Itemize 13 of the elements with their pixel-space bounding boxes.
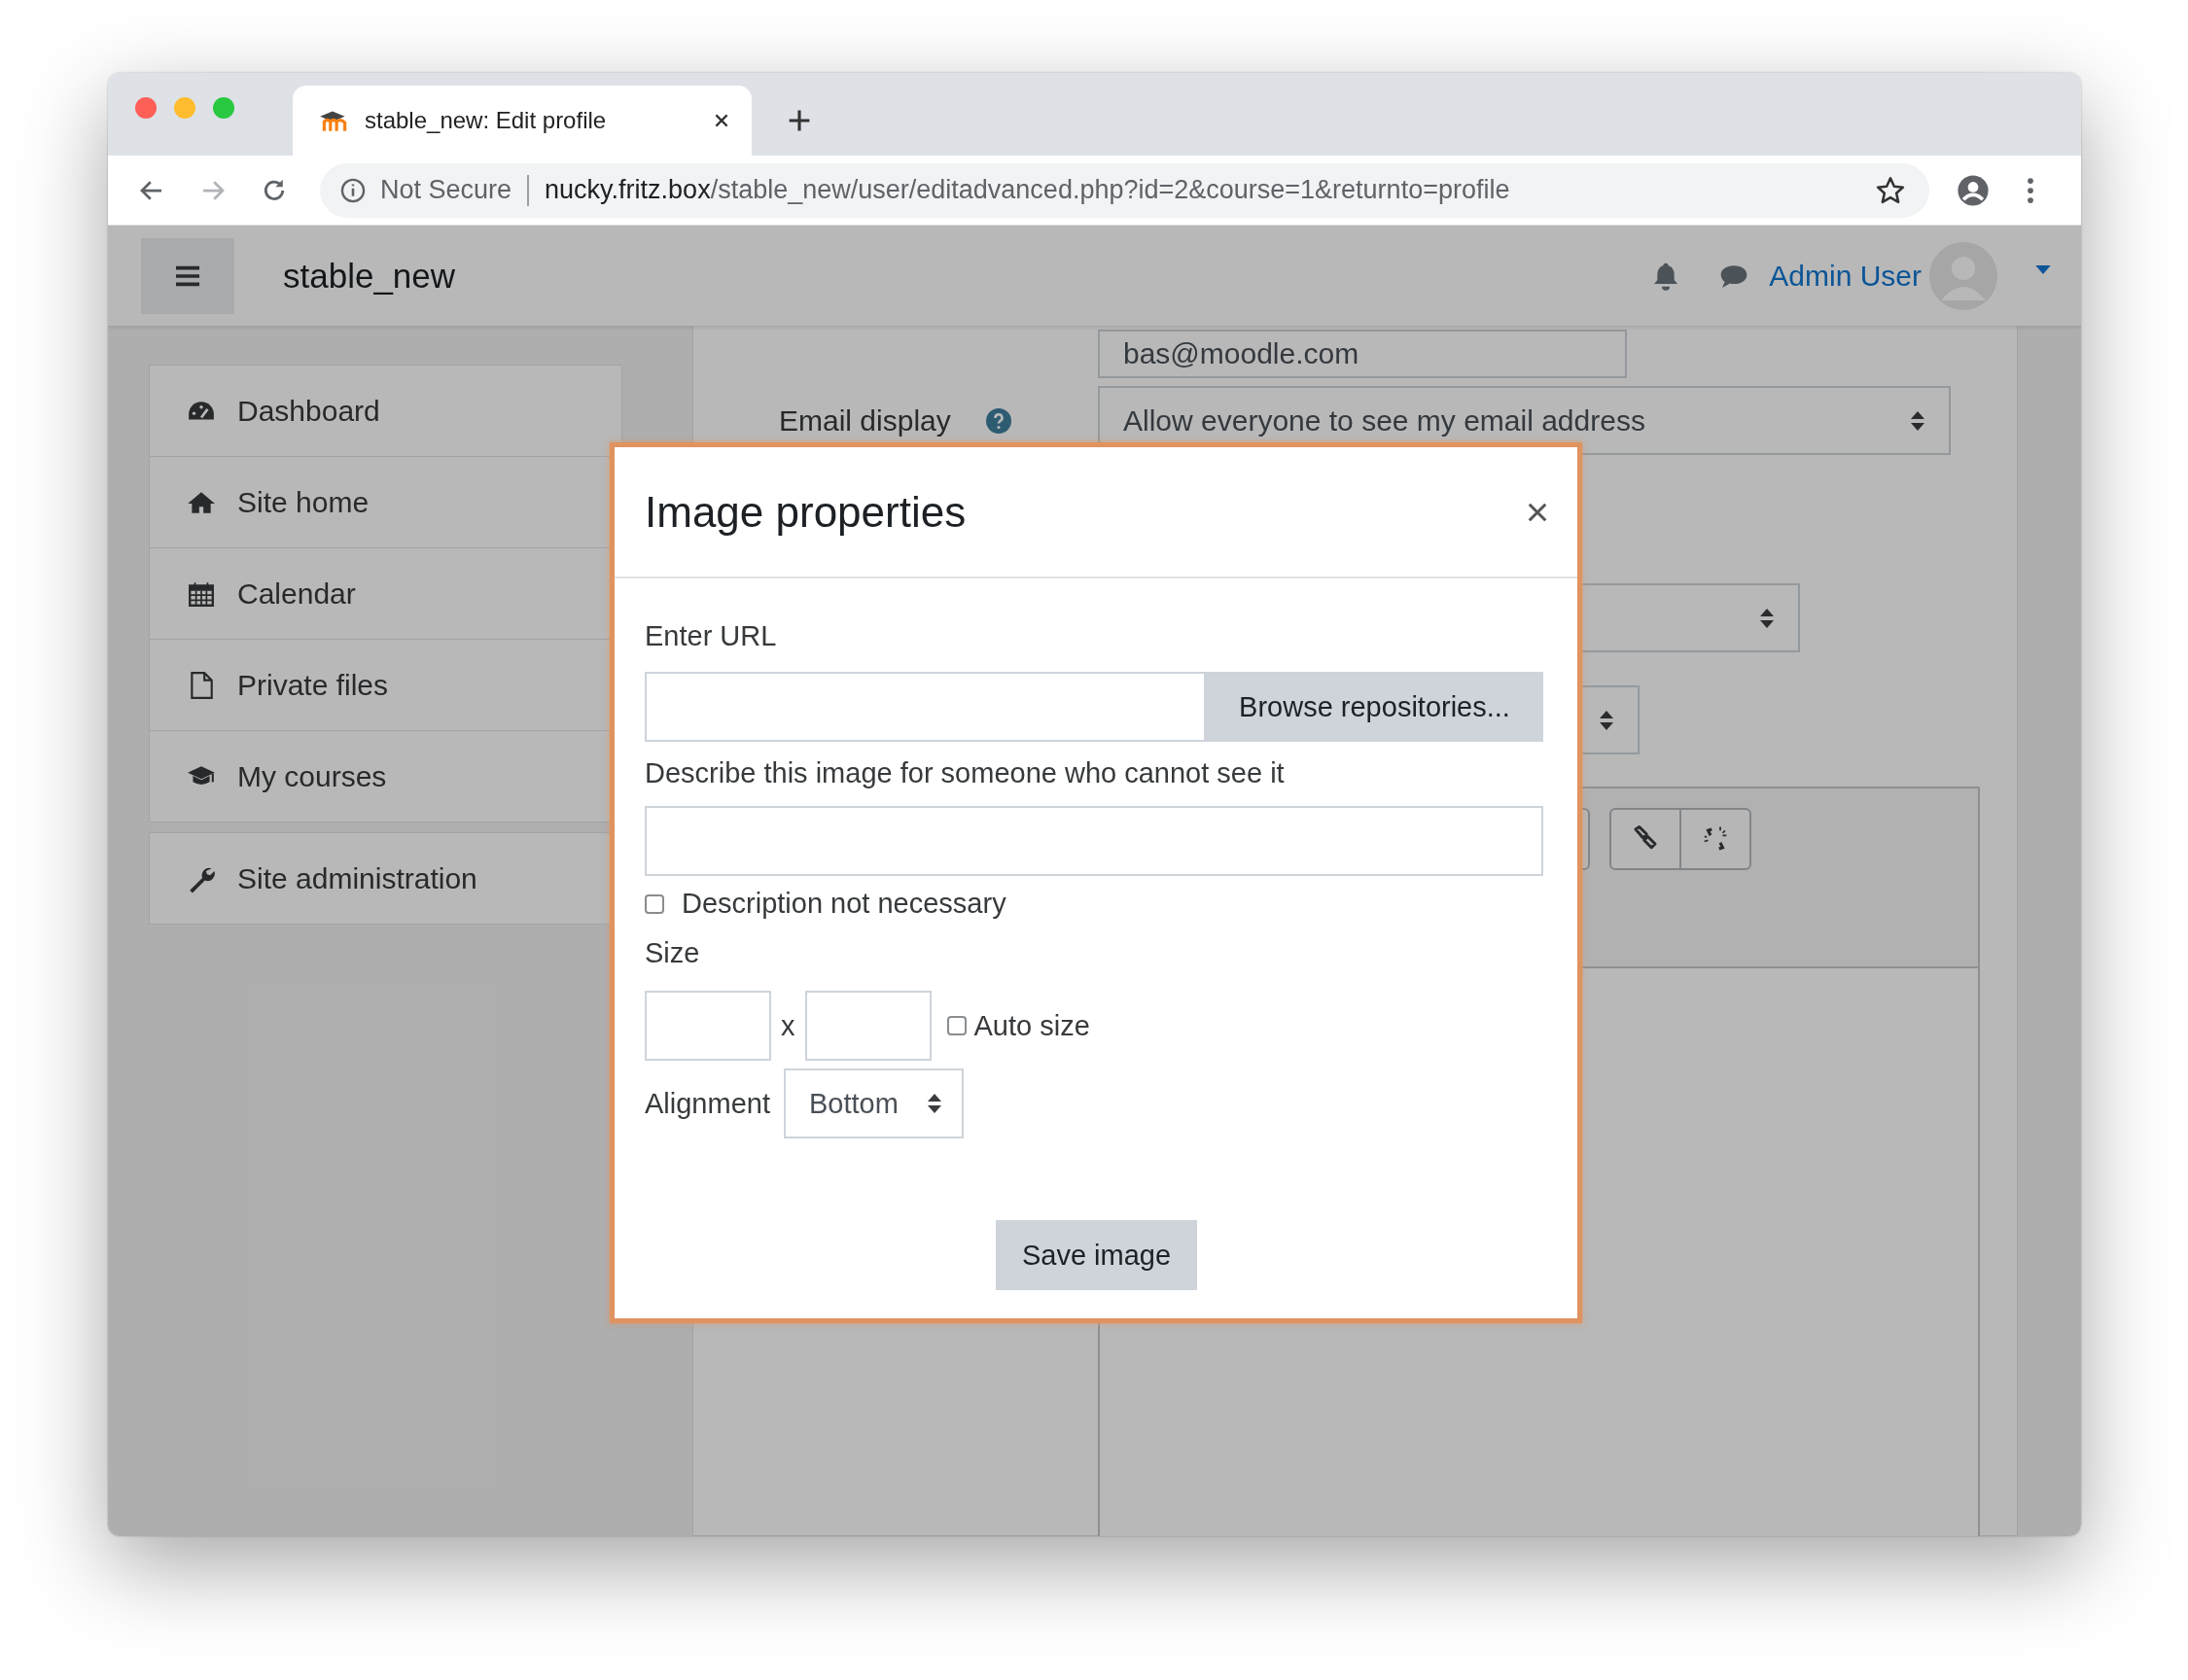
checkbox-label: Description not necessary — [682, 888, 1006, 920]
url-path: /stable_new/user/editadvanced.php?id=2&course=1&returnto=profile — [710, 175, 1511, 205]
field-label: Alignment — [645, 1087, 770, 1120]
field-label: Email display — [779, 403, 951, 438]
url-host: nucky.fritz.box — [545, 175, 711, 205]
security-label: Not Secure — [380, 175, 512, 205]
field-label: Enter URL — [645, 620, 777, 652]
dialog-title: Image properties — [645, 487, 967, 537]
checkbox-label: Auto size — [973, 1009, 1090, 1042]
field-label: Size — [645, 937, 700, 969]
size-separator: x — [781, 1009, 795, 1042]
field-label: Describe this image for someone who cannot see it — [645, 757, 1285, 789]
tab-title: stable_new: Edit profile — [365, 107, 608, 134]
